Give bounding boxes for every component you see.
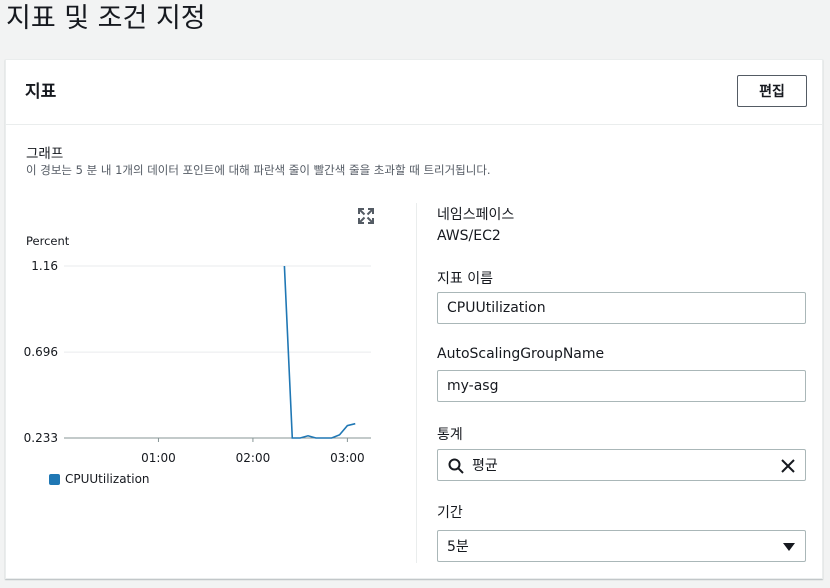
cpu-line-chart: 1.16 0.696 0.233 01:00 02:00 03:00	[24, 259, 371, 465]
statistic-value: 평균	[472, 458, 498, 474]
expand-icon[interactable]	[358, 208, 374, 224]
graph-label: 그래프	[26, 146, 64, 162]
panel-title: 지표	[25, 82, 57, 102]
y-tick-label: 1.16	[31, 259, 58, 273]
dimension-label: AutoScalingGroupName	[437, 346, 605, 362]
y-axis-label: Percent	[26, 234, 70, 248]
metric-name-value: CPUUtilization	[447, 300, 546, 316]
dimension-field[interactable]: my-asg	[437, 370, 806, 402]
page-title: 지표 및 조건 지정	[6, 3, 206, 34]
y-tick-label: 0.696	[24, 345, 58, 359]
namespace-value: AWS/EC2	[437, 228, 501, 244]
x-tick-label: 01:00	[141, 451, 176, 465]
panel-header: 지표 편집	[6, 60, 822, 125]
period-value: 5분	[447, 539, 469, 555]
graph-description: 이 경보는 5 분 내 1개의 데이터 포인트에 대해 파란색 줄이 빨간색 줄…	[26, 163, 491, 177]
edit-button[interactable]: 편집	[737, 75, 807, 107]
period-select[interactable]: 5분	[437, 530, 806, 562]
x-tick-label: 03:00	[330, 451, 365, 465]
series-line-cpuutilization	[283, 265, 356, 439]
chart-legend: CPUUtilization	[49, 472, 150, 486]
period-label: 기간	[437, 505, 463, 521]
metric-name-label: 지표 이름	[437, 271, 493, 287]
close-icon[interactable]	[780, 458, 796, 474]
y-tick-label: 0.233	[24, 431, 58, 445]
column-divider	[416, 203, 417, 563]
search-icon	[448, 458, 464, 474]
metric-panel: 지표 편집 그래프 이 경보는 5 분 내 1개의 데이터 포인트에 대해 파란…	[5, 59, 823, 579]
dimension-value: my-asg	[447, 378, 499, 394]
caret-down-icon	[783, 543, 795, 551]
x-tick-label: 02:00	[236, 451, 271, 465]
legend-swatch	[49, 473, 60, 485]
namespace-label: 네임스페이스	[437, 207, 515, 223]
legend-label: CPUUtilization	[65, 472, 150, 486]
statistic-label: 통계	[437, 427, 463, 443]
metric-name-field[interactable]: CPUUtilization	[437, 292, 806, 324]
statistic-select[interactable]: 평균	[437, 449, 806, 481]
